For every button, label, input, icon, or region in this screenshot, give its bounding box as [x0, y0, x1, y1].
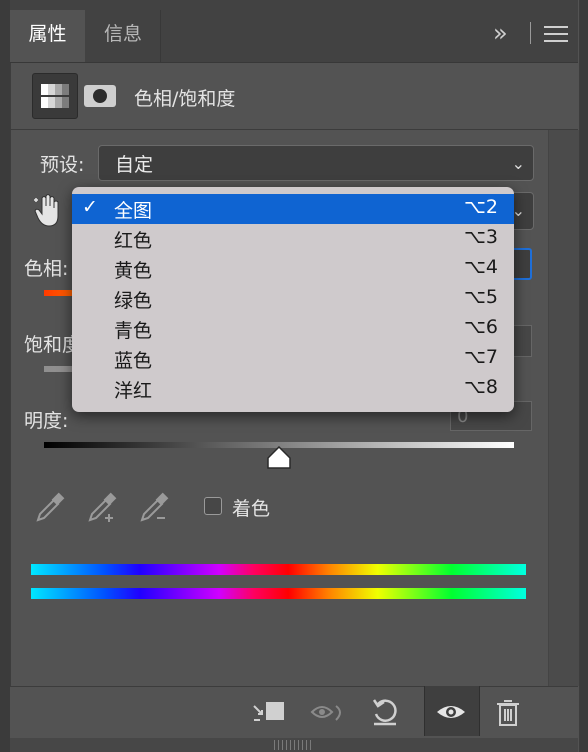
menu-item-blues[interactable]: 蓝色 ⌥7 — [72, 344, 514, 374]
menu-item-label: 青色 — [114, 320, 153, 342]
menu-item-shortcut: ⌥3 — [464, 226, 498, 248]
menu-item-shortcut: ⌥7 — [464, 346, 498, 368]
channel-dropdown-menu: ✓ 全图 ⌥2 红色 ⌥3 黄色 ⌥4 绿色 ⌥5 青色 ⌥6 蓝色 ⌥7 洋红 ⌥8 — [72, 187, 514, 412]
menu-item-label: 全图 — [114, 200, 153, 222]
subtract-from-sample-eyedropper-icon[interactable] — [138, 490, 172, 524]
menu-item-label: 黄色 — [114, 260, 153, 282]
tab-info[interactable]: 信息 — [86, 10, 161, 62]
right-edge — [579, 0, 588, 752]
menu-item-shortcut: ⌥2 — [464, 196, 498, 218]
menu-item-shortcut: ⌥8 — [464, 376, 498, 398]
lightness-label: 明度: — [24, 410, 69, 432]
input-color-bar — [31, 564, 526, 575]
menu-item-magentas[interactable]: 洋红 ⌥8 — [72, 374, 514, 404]
panel-menu-icon[interactable] — [544, 24, 568, 44]
separator — [530, 22, 531, 44]
lightness-slider-thumb[interactable] — [266, 445, 292, 470]
resize-grip-icon[interactable] — [274, 740, 314, 750]
menu-item-shortcut: ⌥5 — [464, 286, 498, 308]
preset-value: 自定 — [115, 154, 154, 176]
scrollbar-track[interactable] — [548, 130, 579, 686]
checkmark-icon: ✓ — [82, 196, 98, 218]
menu-item-shortcut: ⌥6 — [464, 316, 498, 338]
tab-properties[interactable]: 属性 — [10, 10, 85, 62]
preset-label: 预设: — [40, 154, 85, 176]
menu-item-label: 绿色 — [114, 290, 153, 312]
expand-panel-icon[interactable]: » — [493, 20, 519, 48]
left-edge — [0, 0, 10, 752]
hue-saturation-adjustment-icon[interactable] — [32, 73, 78, 119]
menu-item-label: 洋红 — [114, 380, 153, 402]
menu-item-shortcut: ⌥4 — [464, 256, 498, 278]
colorize-checkbox[interactable] — [204, 497, 222, 515]
menu-item-master[interactable]: ✓ 全图 ⌥2 — [72, 194, 514, 224]
preset-select[interactable]: 自定 ⌄ — [98, 145, 534, 181]
menu-item-greens[interactable]: 绿色 ⌥5 — [72, 284, 514, 314]
menu-item-cyans[interactable]: 青色 ⌥6 — [72, 314, 514, 344]
trash-icon[interactable] — [488, 692, 528, 732]
menu-item-reds[interactable]: 红色 ⌥3 — [72, 224, 514, 254]
colorize-label: 着色 — [232, 498, 271, 520]
menu-item-yellows[interactable]: 黄色 ⌥4 — [72, 254, 514, 284]
reset-icon[interactable] — [366, 692, 406, 732]
clip-to-layer-icon[interactable] — [250, 692, 290, 732]
view-previous-state-icon[interactable] — [308, 692, 348, 732]
menu-item-label: 蓝色 — [114, 350, 153, 372]
chevron-down-icon: ⌄ — [511, 154, 525, 173]
output-color-bar — [31, 588, 526, 599]
menu-item-label: 红色 — [114, 230, 153, 252]
visibility-eye-icon[interactable] — [431, 692, 471, 732]
targeted-adjustment-hand-icon[interactable] — [32, 192, 66, 230]
eyedropper-icon[interactable] — [34, 490, 68, 524]
adjustment-title: 色相/饱和度 — [134, 88, 236, 110]
hue-label: 色相: — [24, 258, 69, 280]
layer-mask-icon[interactable] — [84, 85, 116, 107]
add-to-sample-eyedropper-icon[interactable] — [86, 490, 120, 524]
header-divider — [10, 129, 578, 130]
